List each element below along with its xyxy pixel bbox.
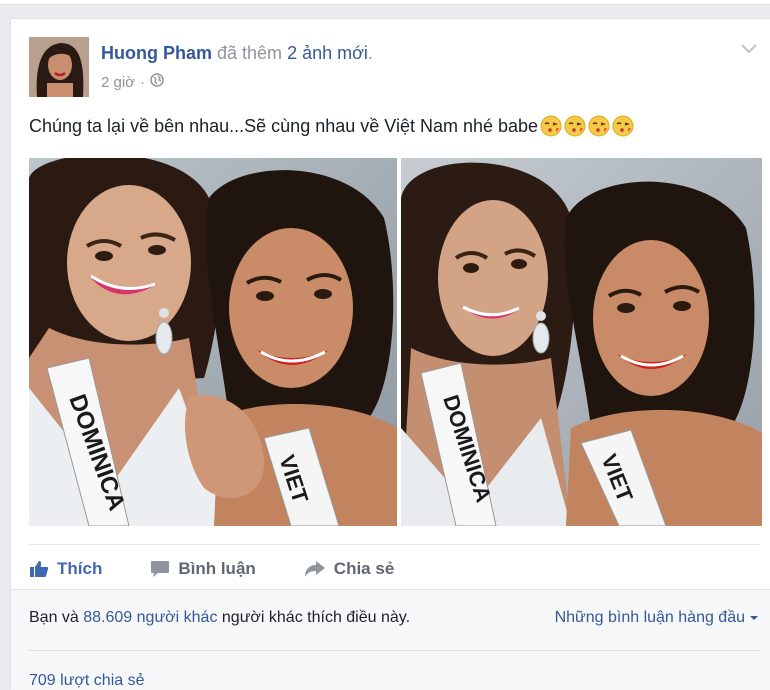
- thumbs-up-icon: [30, 561, 49, 577]
- footer-divider: [29, 650, 759, 651]
- avatar[interactable]: [29, 37, 89, 97]
- post-photo-1[interactable]: DOMINICA VIET: [29, 158, 397, 526]
- post-photo-2[interactable]: DOMINICA VIET: [401, 158, 762, 526]
- kiss-face-emoji: [612, 115, 634, 137]
- kiss-face-emoji: [588, 115, 610, 137]
- likes-prefix: Bạn và: [29, 609, 79, 626]
- header-period: .: [367, 43, 373, 63]
- likes-count-link[interactable]: 88.609 người khác: [83, 609, 217, 626]
- kiss-face-emoji: [564, 115, 586, 137]
- comment-icon: [151, 561, 170, 577]
- post-header: Huong Pham đã thêm 2 ảnh mới.: [101, 43, 373, 64]
- likes-summary: Bạn và 88.609 người khác người khác thíc…: [29, 609, 410, 627]
- shares-count-link[interactable]: 709 lượt chia sẻ: [29, 672, 144, 690]
- action-divider: [29, 544, 759, 545]
- photo-count-link[interactable]: 2 ảnh mới: [287, 43, 368, 63]
- likes-suffix: người khác thích điều này.: [221, 609, 411, 626]
- chevron-down-icon[interactable]: [739, 41, 759, 57]
- post-meta: 2 giờ ·: [101, 73, 164, 91]
- top-comments-dropdown[interactable]: Những bình luận hàng đầu: [555, 609, 759, 627]
- share-button[interactable]: Chia sẻ: [304, 559, 394, 579]
- share-label: Chia sẻ: [333, 559, 395, 578]
- added-text: đã thêm: [217, 43, 283, 63]
- post-time[interactable]: 2 giờ: [101, 74, 135, 91]
- post-card: Huong Pham đã thêm 2 ảnh mới. 2 giờ · Ch…: [10, 18, 770, 690]
- globe-icon[interactable]: [150, 73, 164, 91]
- action-bar: Thích Bình luận Chia sẻ: [29, 555, 759, 583]
- emoji-group: [540, 115, 636, 137]
- post-message: Chúng ta lại về bên nhau...Sẽ cùng nhau …: [29, 115, 636, 137]
- post-footer: Bạn và 88.609 người khác người khác thíc…: [11, 589, 770, 690]
- top-strip: [0, 0, 770, 5]
- author-name[interactable]: Huong Pham: [101, 43, 212, 63]
- like-button[interactable]: Thích: [29, 559, 102, 579]
- comment-button[interactable]: Bình luận: [150, 559, 256, 579]
- comment-label: Bình luận: [178, 559, 256, 578]
- kiss-face-emoji: [540, 115, 562, 137]
- like-label: Thích: [57, 559, 103, 578]
- meta-separator: ·: [140, 73, 146, 91]
- caret-down-icon: [750, 616, 758, 620]
- top-comments-label: Những bình luận hàng đầu: [554, 609, 745, 626]
- post-text: Chúng ta lại về bên nhau...Sẽ cùng nhau …: [29, 115, 539, 136]
- share-arrow-icon: [304, 561, 325, 577]
